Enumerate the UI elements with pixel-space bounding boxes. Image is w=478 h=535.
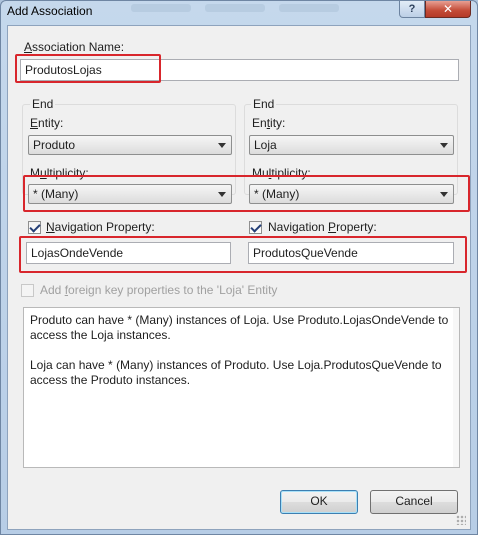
end2-entity-value: Loja [254,138,277,152]
foreign-key-label: Add foreign key properties to the 'Loja'… [40,283,278,297]
background-tabs [131,1,361,12]
chevron-down-icon [218,192,226,197]
end1-entity-dropdown[interactable]: Produto [28,135,232,155]
end2-group-label: End [251,97,277,111]
dialog-window: Add Association ? ✕ Association Name: Pr… [0,0,478,535]
end1-multiplicity-label: Multiplicity: [30,166,89,180]
description-end2: Loja can have * (Many) instances of Prod… [30,358,442,387]
association-description: Produto can have * (Many) instances of L… [23,307,460,468]
end1-group-label: End [30,97,56,111]
dialog-body: Association Name: ProdutosLojas End Enti… [7,25,471,530]
end2-multiplicity-dropdown[interactable]: * (Many) [249,184,454,204]
end1-navigation-label: Navigation Property: [46,220,155,234]
end2-multiplicity-value: * (Many) [254,187,300,201]
description-scrollbar[interactable] [453,308,459,467]
end2-navigation-label: Navigation Property: [268,220,377,234]
association-name-input[interactable]: ProdutosLojas [20,59,459,81]
help-button[interactable]: ? [399,1,425,18]
ok-button[interactable]: OK [280,490,358,514]
cancel-button[interactable]: Cancel [370,490,458,514]
foreign-key-checkbox[interactable] [21,284,34,297]
chevron-down-icon [440,143,448,148]
end2-entity-dropdown[interactable]: Loja [249,135,454,155]
title-bar[interactable]: Add Association ? ✕ [1,1,477,21]
end1-navigation-checkbox[interactable] [28,221,41,234]
end1-entity-label: Entity: [30,116,64,130]
end1-entity-value: Produto [33,138,76,152]
end1-multiplicity-value: * (Many) [33,187,79,201]
end2-navigation-checkbox[interactable] [249,221,262,234]
end1-navigation-input[interactable]: LojasOndeVende [26,242,231,264]
chevron-down-icon [218,143,226,148]
end1-multiplicity-dropdown[interactable]: * (Many) [28,184,232,204]
chevron-down-icon [440,192,448,197]
association-name-label: Association Name: [24,40,125,54]
end2-multiplicity-label: Multiplicity: [252,166,311,180]
resize-grip-icon[interactable] [456,515,466,525]
close-button[interactable]: ✕ [425,1,471,18]
description-end1: Produto can have * (Many) instances of L… [30,313,449,342]
window-title: Add Association [7,4,93,18]
end2-navigation-input[interactable]: ProdutosQueVende [248,242,454,264]
end2-entity-label: Entity: [252,116,286,130]
